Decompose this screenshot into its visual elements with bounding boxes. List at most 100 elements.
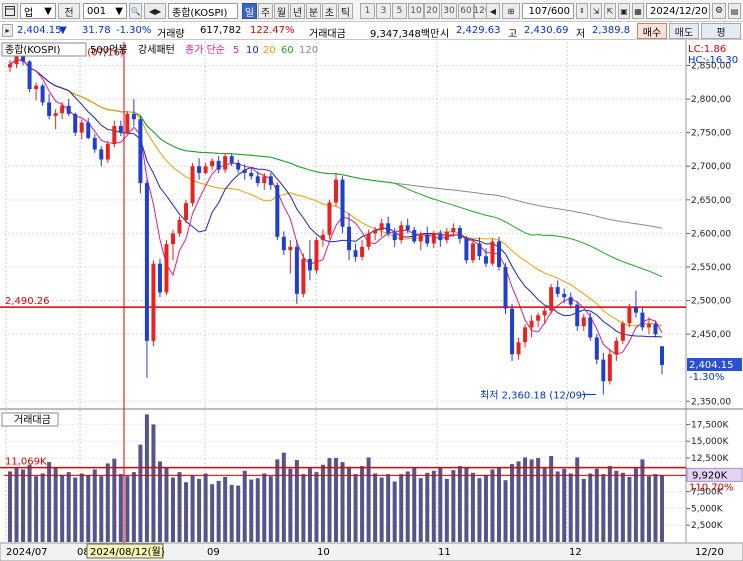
gear-icon[interactable]: ⚙ [712,3,726,19]
price-panel-tag2: 강세패턴 [138,44,175,56]
volume-bar-45 [301,474,306,542]
count-field[interactable]: 107/600 [522,3,574,19]
candle-body-20 [138,119,143,184]
volume-bar-61 [405,471,410,542]
volume-bar-96 [633,468,638,542]
search-icon[interactable]: 🔍 [129,3,142,19]
candle-body-40 [268,176,273,186]
name-field[interactable]: 종합(KOSPI) [168,3,238,19]
x-axis-label-4: 11 [438,547,451,558]
volume-bar-58 [386,474,391,542]
candle-body-29 [197,166,202,173]
volume-bar-74 [490,469,495,542]
ma-period-60: 60 [281,45,294,56]
minute-button-6[interactable]: 60 [458,3,474,19]
candle-body-81 [536,315,541,321]
ma-period-20: 20 [263,45,276,56]
change-value: 31.78 [82,25,111,36]
candle-body-15 [105,144,110,160]
volume-tick-label-6: 2,500K [691,521,724,531]
price-tick-label-4: 2,650,00 [691,196,731,206]
volume-bar-51 [340,462,345,542]
candle-body-100 [660,346,664,366]
price-tick-label-1: 2,800,00 [691,95,731,105]
period-button-3[interactable]: 년 [290,3,305,19]
expand-icon[interactable]: ⇲ [590,3,602,19]
candle-body-62 [412,230,417,242]
minute-button-0[interactable]: 1 [360,3,375,19]
minute-button-1[interactable]: 3 [376,3,391,19]
minute-button-4[interactable]: 20 [424,3,440,19]
minute-button-3[interactable]: 10 [408,3,424,19]
calendar-icon[interactable]: ▦ [632,3,644,19]
period-button-4[interactable]: 분 [306,3,321,19]
menu-icon[interactable]: ▤ [728,3,741,19]
eval-button[interactable]: 평 [701,23,741,39]
period-button-1[interactable]: 주 [258,3,273,19]
shrink-icon[interactable]: ⇱ [604,3,616,19]
period-button-6[interactable]: 틱 [338,3,353,19]
current-volume-pct: 110.70% [689,482,734,493]
volume-tick-label-2: 12,500K [691,454,729,464]
candle-body-71 [470,243,475,261]
save-icon[interactable]: ▣ [618,3,630,19]
step-arrows-icon[interactable]: ◀▶ [144,3,166,19]
settings-icon[interactable]: ⊞ [502,3,520,19]
volume-bar-4 [34,476,39,542]
period-button-0[interactable]: 일 [242,3,257,19]
candle-body-92 [607,354,612,382]
toolbar: 업 ▼ 전 001 ▼ 🔍 ◀▶ 종합(KOSPI) 일주월년분초틱 1 3 5 10… [0,0,743,22]
candle-body-84 [555,287,560,294]
volume-bar-30 [203,473,208,542]
chart-area[interactable]: 2,850,002,800,002,750,002,700,002,650,00… [0,40,743,561]
code-field[interactable]: 001 ▼ [83,3,127,19]
date-field[interactable]: 2024/12/20 [646,3,710,19]
hc-label: HC:-16.30 [688,55,738,66]
crosshair-date-label: 2024/08/12(월) [90,546,165,558]
minute-button-5[interactable]: 30 [441,3,457,19]
period-button-2[interactable]: 월 [274,3,289,19]
candle-body-32 [216,160,221,170]
candle-body-34 [229,156,234,163]
volume-bar-8 [60,474,65,542]
price-tick-label-5: 2,600,00 [691,229,731,239]
volume-bar-66 [438,467,443,542]
minute-button-2[interactable]: 5 [392,3,407,19]
candle-body-7 [53,113,58,116]
candle-body-55 [366,233,371,247]
volume-bar-72 [477,478,482,542]
toggle-icon[interactable]: ▸ [2,24,13,37]
volume-bar-62 [412,468,417,542]
volume-bar-89 [588,473,593,542]
candle-body-28 [190,166,195,204]
price-tick-label-6: 2,550,00 [691,263,731,273]
window-icon[interactable] [2,3,18,19]
candle-body-27 [184,203,189,220]
candle-body-18 [125,113,130,133]
volume-bar-23 [157,461,162,542]
scroll-left-icon[interactable]: ◀ [486,3,500,19]
candle-body-85 [562,293,567,298]
candle-body-25 [171,233,175,245]
buy-button[interactable]: 매수 [637,23,667,39]
volume-bar-68 [451,470,456,542]
candle-body-97 [640,312,645,328]
candle-body-70 [464,238,469,261]
info-bar: ▸ 2,404.15 ▼ 31.78 -1.30% 거래량 617,782 12… [0,22,743,40]
current-pct-label: -1.30% [689,372,724,383]
spin-icon[interactable]: ⇕ [576,3,588,19]
volume-bar-26 [177,472,182,542]
prev-button[interactable]: 전 [58,3,80,19]
market-select[interactable]: 업 ▼ [20,3,56,19]
candle-body-61 [405,225,410,231]
price-hline-label: 2,490.26 [5,296,50,307]
sell-button[interactable]: 매도 [669,23,699,39]
volume-bar-49 [327,458,332,542]
price-tick-label-9: 2,350,00 [691,397,731,407]
candle-body-57 [379,223,384,231]
volume-bar-32 [216,480,221,542]
period-button-5[interactable]: 초 [322,3,337,19]
volume-bar-31 [210,484,215,542]
volume-bar-19 [131,472,136,542]
candle-body-21 [144,183,149,341]
